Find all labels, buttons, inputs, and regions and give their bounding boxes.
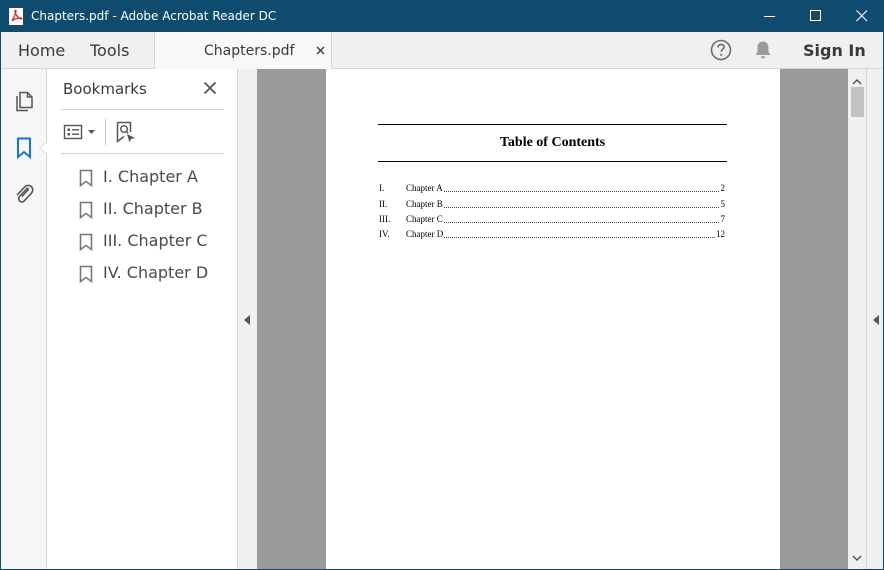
toolbar-divider xyxy=(105,119,106,145)
bookmark-label: I. Chapter A xyxy=(103,167,198,186)
toc-leader xyxy=(406,191,725,192)
tab-home[interactable]: Home xyxy=(18,32,65,69)
scroll-down-icon[interactable] xyxy=(852,549,862,567)
toc-page-number: 2 xyxy=(719,183,725,193)
toc-leader xyxy=(406,237,725,238)
title-bar: Chapters.pdf - Adobe Acrobat Reader DC xyxy=(1,1,883,32)
pdf-page: Table of Contents I. Chapter A 2 II. Cha… xyxy=(326,69,780,569)
toc-page-number: 5 xyxy=(719,199,725,209)
page-thumbnails-icon[interactable] xyxy=(12,89,36,113)
bookmarks-panel: Bookmarks I. Chapter A II. Chapter B III… xyxy=(47,69,238,569)
attachment-icon[interactable] xyxy=(12,182,36,206)
tab-bar: Home Tools Chapters.pdf Sign In xyxy=(1,32,883,69)
panel-divider xyxy=(61,109,224,110)
window-title: Chapters.pdf - Adobe Acrobat Reader DC xyxy=(31,9,277,23)
sign-in-button[interactable]: Sign In xyxy=(803,41,866,60)
bookmark-item[interactable]: I. Chapter A xyxy=(79,166,229,192)
bookmark-icon[interactable] xyxy=(12,136,36,160)
toc-title: Chapter D xyxy=(406,229,445,239)
panel-divider xyxy=(61,153,224,154)
toc-entry[interactable]: II. Chapter B 5 xyxy=(379,199,725,211)
toc-entry[interactable]: I. Chapter A 2 xyxy=(379,183,725,195)
find-bookmark-icon[interactable] xyxy=(115,120,137,144)
bookmark-item[interactable]: II. Chapter B xyxy=(79,198,229,224)
tab-tools[interactable]: Tools xyxy=(90,32,129,69)
bookmark-item[interactable]: IV. Chapter D xyxy=(79,262,229,288)
heading-rule xyxy=(378,124,727,125)
bookmark-icon xyxy=(79,201,93,220)
bookmark-item[interactable]: III. Chapter C xyxy=(79,230,229,256)
left-pane-splitter[interactable] xyxy=(238,69,257,569)
collapse-left-icon[interactable] xyxy=(244,315,250,325)
expand-right-pane-icon[interactable] xyxy=(873,315,879,325)
acrobat-pdf-icon xyxy=(9,8,23,25)
toc-title: Chapter A xyxy=(406,183,444,193)
toc-title: Chapter C xyxy=(406,214,444,224)
bookmark-label: IV. Chapter D xyxy=(103,263,209,282)
toc-number: IV. xyxy=(379,229,390,239)
toc-entry[interactable]: III. Chapter C 7 xyxy=(379,214,725,226)
close-window-button[interactable] xyxy=(839,1,883,32)
options-list-icon[interactable] xyxy=(63,122,99,142)
toc-page-number: 7 xyxy=(719,214,725,224)
toc-number: III. xyxy=(379,214,391,224)
maximize-button[interactable] xyxy=(793,1,839,32)
document-tab-label: Chapters.pdf xyxy=(204,43,295,59)
toc-entry[interactable]: IV. Chapter D 12 xyxy=(379,229,725,241)
navigation-rail xyxy=(1,69,47,569)
toc-title: Chapter B xyxy=(406,199,444,209)
toc-page-number: 12 xyxy=(715,229,725,239)
toc-number: I. xyxy=(379,183,385,193)
bookmark-icon xyxy=(79,233,93,252)
vertical-scrollbar[interactable] xyxy=(848,69,866,569)
toc-leader xyxy=(406,207,725,208)
document-tab[interactable]: Chapters.pdf xyxy=(154,32,332,69)
close-panel-icon[interactable] xyxy=(203,81,217,95)
active-panel-pointer xyxy=(39,141,47,155)
panel-title: Bookmarks xyxy=(63,80,147,98)
close-tab-icon[interactable] xyxy=(315,44,327,56)
bell-icon[interactable] xyxy=(752,39,774,61)
toc-heading: Table of Contents xyxy=(499,135,606,150)
toc-leader xyxy=(406,222,725,223)
right-pane-toggle[interactable] xyxy=(866,69,883,569)
minimize-button[interactable] xyxy=(747,1,793,32)
bookmark-label: III. Chapter C xyxy=(103,231,208,250)
document-view[interactable]: Table of Contents I. Chapter A 2 II. Cha… xyxy=(257,69,848,569)
toc-number: II. xyxy=(379,199,388,209)
bookmark-icon xyxy=(79,265,93,284)
bookmark-label: II. Chapter B xyxy=(103,199,203,218)
bookmark-icon xyxy=(79,169,93,188)
scroll-thumb[interactable] xyxy=(851,87,864,117)
heading-rule xyxy=(378,161,727,162)
help-icon[interactable] xyxy=(710,39,732,61)
acrobat-window: Chapters.pdf - Adobe Acrobat Reader DC H… xyxy=(0,0,884,570)
